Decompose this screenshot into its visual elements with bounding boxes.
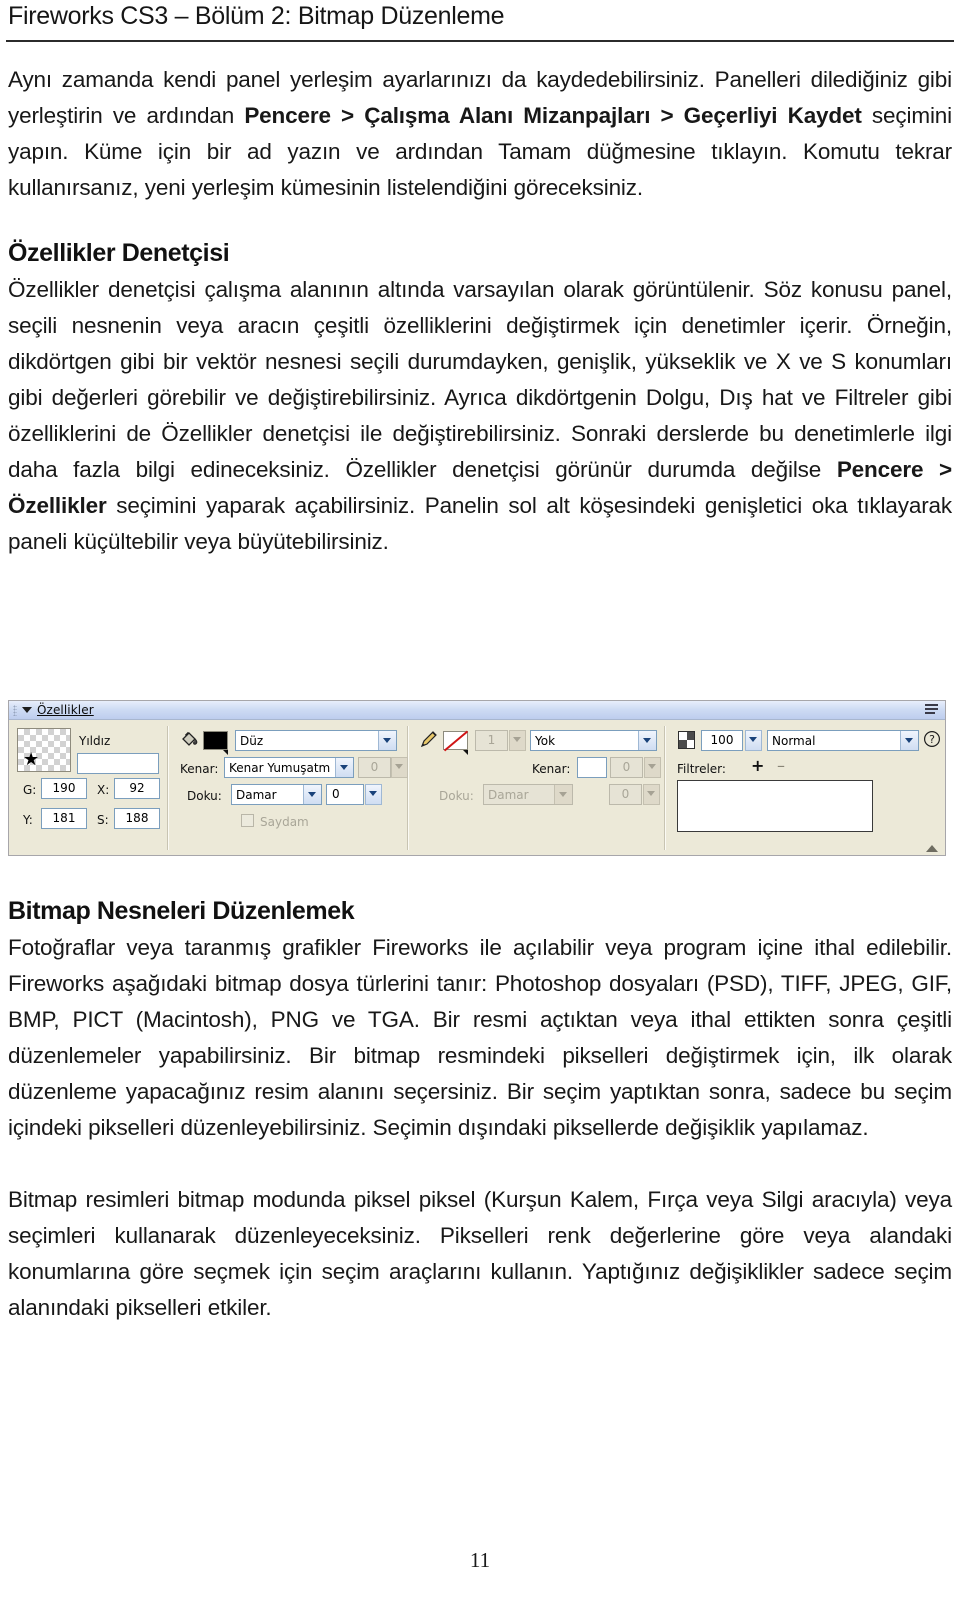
- fill-edge-amount-stepper[interactable]: [391, 757, 408, 778]
- fill-edge-amount-input[interactable]: 0: [358, 757, 391, 778]
- document-content: Aynı zamanda kendi panel yerleşim ayarla…: [8, 62, 952, 560]
- stroke-size-input[interactable]: 1: [475, 730, 508, 751]
- fill-type-chevron-down-icon[interactable]: [378, 731, 396, 750]
- fill-transparent-checkbox[interactable]: [241, 814, 254, 827]
- collapse-triangle-icon[interactable]: [22, 707, 32, 713]
- stroke-texture-chevron-down-icon[interactable]: [554, 785, 572, 804]
- help-icon[interactable]: ?: [923, 730, 941, 751]
- paragraph-bitmap-editing-tools: Bitmap resimleri bitmap modunda piksel p…: [8, 1187, 952, 1320]
- width-input[interactable]: 190: [41, 778, 87, 799]
- paragraph-workspace-layouts: Aynı zamanda kendi panel yerleşim ayarla…: [8, 62, 952, 206]
- filters-label: Filtreler:: [677, 762, 726, 776]
- object-thumbnail: ★: [17, 728, 71, 772]
- separator-2: [407, 726, 409, 850]
- opacity-stepper[interactable]: [745, 730, 762, 751]
- panel-title: Özellikler: [37, 703, 94, 717]
- panel-titlebar: Özellikler: [9, 701, 945, 720]
- fill-edge-label: Kenar:: [180, 762, 219, 776]
- y-label: S:: [97, 813, 109, 827]
- fireworks-properties-panel-screenshot: Özellikler ★ Yıldız G: 190 X: 92 Y: 181 …: [8, 700, 946, 856]
- heading-properties-inspector: Özellikler Denetçisi: [8, 239, 230, 267]
- width-label: G:: [23, 783, 37, 797]
- opacity-input[interactable]: 100: [701, 730, 743, 751]
- filters-list[interactable]: [677, 780, 873, 832]
- stroke-edge-amount-stepper[interactable]: [644, 757, 661, 778]
- header-title: Fireworks CS3 – Bölüm 2: Bitmap Düzenlem…: [8, 2, 505, 30]
- paragraph-bitmap-formats: Fotoğraflar veya taranmış grafikler Fire…: [8, 935, 952, 1140]
- remove-filter-icon[interactable]: –: [777, 758, 785, 774]
- stroke-texture-amount-stepper[interactable]: [643, 784, 660, 805]
- header-divider: [6, 40, 954, 42]
- no-color-slash-icon: [443, 730, 469, 752]
- height-label: Y:: [23, 813, 33, 827]
- paragraph-properties-inspector: Özellikler denetçisi çalışma alanının al…: [8, 272, 952, 560]
- fill-texture-value: Damar: [236, 788, 277, 802]
- x-label: X:: [97, 783, 110, 797]
- page-header: Fireworks CS3 – Bölüm 2: Bitmap Düzenlem…: [0, 0, 960, 46]
- blend-mode-chevron-down-icon[interactable]: [900, 731, 918, 750]
- stroke-size-stepper[interactable]: [509, 730, 526, 751]
- stroke-type-combo[interactable]: Yok: [530, 730, 657, 751]
- stroke-color-swatch-none[interactable]: [443, 730, 469, 755]
- opacity-checker-icon: [678, 731, 695, 749]
- panel-expander-triangle-icon[interactable]: [926, 845, 938, 852]
- stroke-texture-label: Doku:: [439, 789, 474, 803]
- para2-part-c: seçimini yaparak açabilirsiniz. Panelin …: [8, 493, 952, 554]
- separator-3: [664, 726, 666, 850]
- object-name-input[interactable]: [77, 753, 159, 774]
- blend-mode-value: Normal: [772, 734, 816, 748]
- height-input[interactable]: 181: [41, 808, 87, 829]
- panel-body: ★ Yıldız G: 190 X: 92 Y: 181 S: 188 Düz …: [9, 720, 945, 855]
- fill-texture-amount-input[interactable]: 0: [326, 784, 364, 805]
- stroke-type-value: Yok: [535, 734, 556, 748]
- fill-texture-label: Doku:: [187, 789, 222, 803]
- stroke-edge-label: Kenar:: [532, 762, 571, 776]
- page-number: 11: [469, 1548, 491, 1572]
- y-input[interactable]: 188: [114, 808, 160, 829]
- fill-edge-chevron-down-icon[interactable]: [335, 758, 353, 777]
- stroke-texture-value: Damar: [488, 788, 529, 802]
- object-type-label: Yıldız: [79, 734, 111, 748]
- heading-bitmap-objects: Bitmap Nesneleri Düzenlemek: [8, 897, 355, 925]
- stroke-edge-amount-input[interactable]: 0: [610, 757, 643, 778]
- stroke-edge-input[interactable]: [577, 757, 607, 778]
- para1-menu-path: Pencere > Çalışma Alanı Mizanpajları > G…: [244, 103, 862, 128]
- stroke-type-chevron-down-icon[interactable]: [638, 731, 656, 750]
- separator-1: [167, 726, 169, 850]
- blend-mode-combo[interactable]: Normal: [767, 730, 919, 751]
- panel-grip-icon[interactable]: [13, 705, 17, 716]
- fill-edge-value: Kenar Yumuşatm: [229, 761, 331, 775]
- fill-edge-combo[interactable]: Kenar Yumuşatm: [224, 757, 354, 778]
- pencil-icon[interactable]: [419, 730, 438, 752]
- fill-type-combo[interactable]: Düz: [235, 730, 397, 751]
- stroke-texture-amount-input[interactable]: 0: [609, 784, 642, 805]
- add-filter-icon[interactable]: +: [751, 758, 764, 774]
- stroke-texture-combo[interactable]: Damar: [483, 784, 573, 805]
- fill-type-value: Düz: [240, 734, 264, 748]
- paint-bucket-icon[interactable]: [179, 730, 199, 752]
- x-input[interactable]: 92: [114, 778, 160, 799]
- document-content-lower: Bitmap Nesneleri Düzenlemek Fotoğraflar …: [8, 892, 952, 1326]
- para2-part-a: Özellikler denetçisi çalışma alanının al…: [8, 277, 952, 482]
- fill-texture-combo[interactable]: Damar: [231, 784, 322, 805]
- fill-texture-amount-stepper[interactable]: [365, 784, 382, 805]
- panel-options-menu-icon[interactable]: [925, 704, 939, 716]
- fill-transparent-label: Saydam: [260, 815, 309, 829]
- fill-color-swatch[interactable]: [203, 731, 228, 755]
- fill-texture-chevron-down-icon[interactable]: [303, 785, 321, 804]
- star-shape-icon: ★: [23, 749, 40, 770]
- svg-text:?: ?: [929, 733, 935, 746]
